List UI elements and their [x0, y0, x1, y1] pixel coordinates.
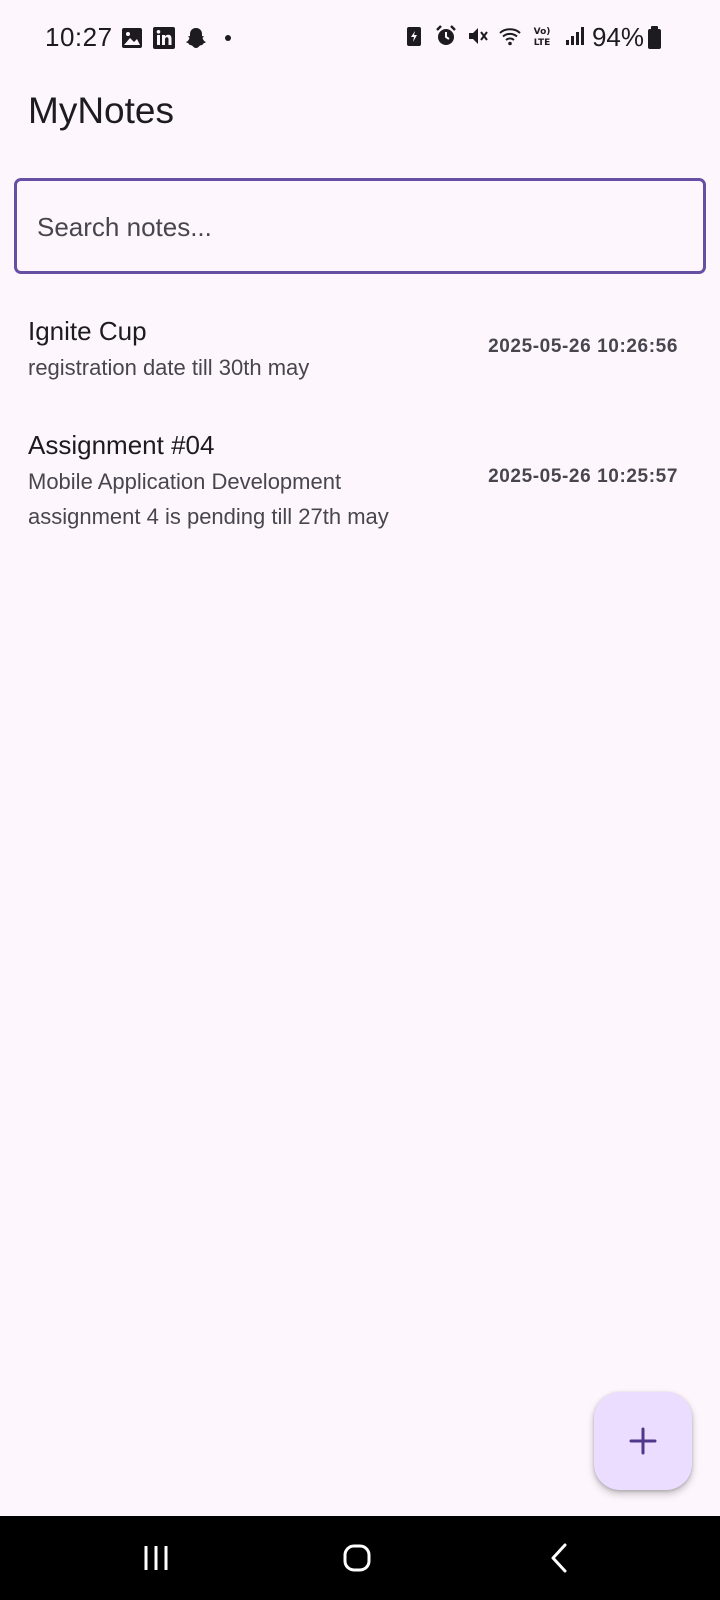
- mute-icon: [469, 28, 488, 44]
- recent-apps-icon: [144, 1546, 168, 1570]
- note-date: 2025-05-26 10:25:57: [488, 466, 678, 487]
- volte-icon: Vo) LTE: [534, 27, 551, 48]
- note-title: Ignite Cup: [28, 316, 147, 346]
- search-field[interactable]: [14, 178, 706, 274]
- note-date: 2025-05-26 10:26:56: [488, 336, 678, 357]
- battery-saver-icon: [407, 27, 421, 46]
- snapchat-icon: [186, 28, 206, 48]
- battery-icon: [648, 26, 661, 49]
- back-icon: [551, 1543, 567, 1573]
- add-note-button[interactable]: [594, 1392, 692, 1490]
- plus-icon: [629, 1427, 657, 1455]
- status-bar: 10:27 Vo) LTE 94%: [0, 0, 720, 80]
- back-button[interactable]: [500, 1516, 620, 1600]
- home-icon: [343, 1544, 371, 1572]
- battery-percent: 94%: [591, 22, 644, 52]
- signal-icon: [566, 27, 584, 45]
- notification-icons: [120, 26, 240, 50]
- svg-text:LTE: LTE: [534, 38, 551, 48]
- alarm-icon: [436, 25, 456, 45]
- note-item[interactable]: Assignment #04 Mobile Application Develo…: [0, 416, 720, 556]
- linkedin-icon: [153, 27, 175, 49]
- note-title: Assignment #04: [28, 430, 215, 460]
- gallery-icon: [122, 28, 142, 48]
- note-body: registration date till 30th may: [28, 355, 310, 380]
- system-icons: Vo) LTE: [402, 24, 586, 48]
- search-input[interactable]: [35, 181, 679, 273]
- recent-apps-button[interactable]: [96, 1516, 216, 1600]
- dot-icon: [225, 35, 231, 41]
- svg-text:Vo): Vo): [534, 27, 551, 37]
- home-button[interactable]: [297, 1516, 417, 1600]
- status-time: 10:27: [45, 22, 113, 52]
- note-item[interactable]: Ignite Cup registration date till 30th m…: [0, 300, 720, 410]
- navigation-bar: [0, 1516, 720, 1600]
- wifi-icon: [499, 28, 521, 46]
- app-title: MyNotes: [28, 90, 174, 131]
- note-body: Mobile Application Development assignmen…: [28, 469, 389, 529]
